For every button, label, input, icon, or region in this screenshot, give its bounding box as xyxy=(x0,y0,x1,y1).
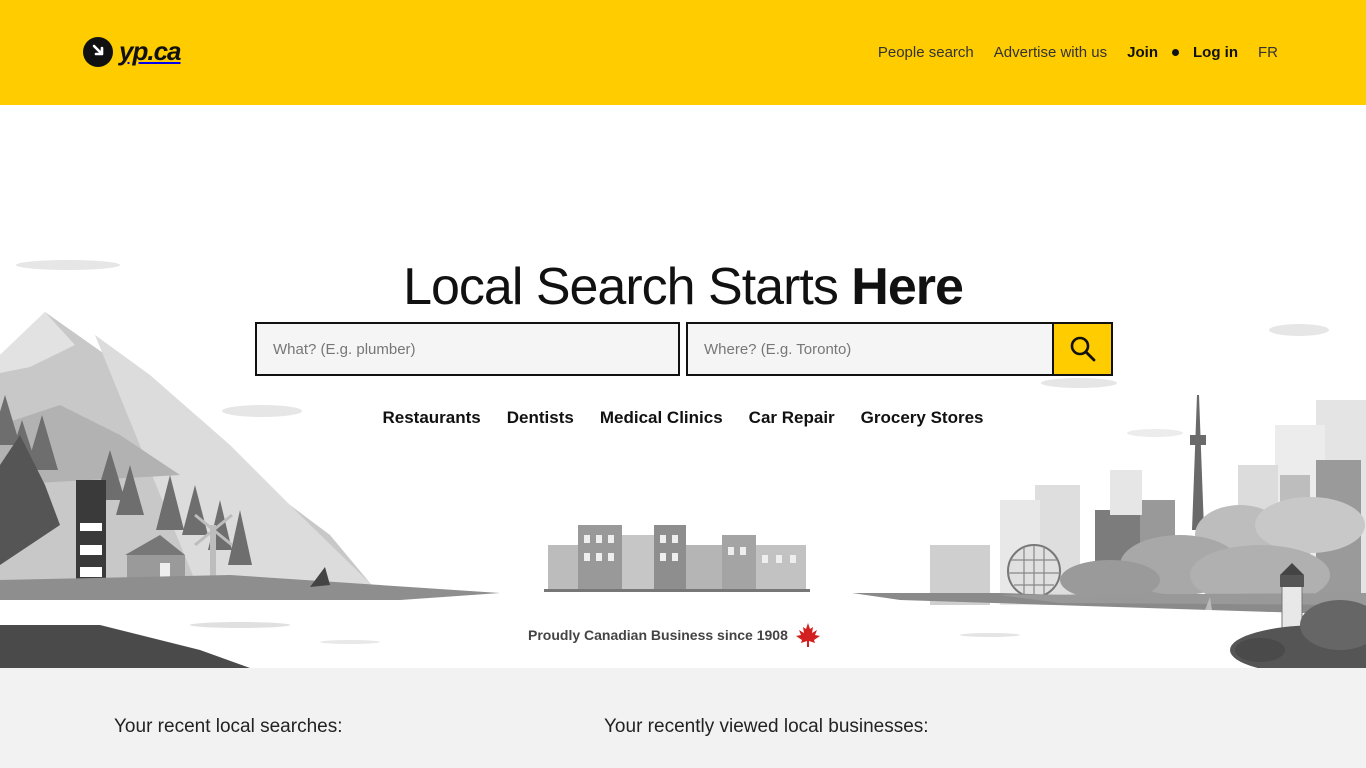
yp-logo[interactable]: yp.ca xyxy=(83,36,181,67)
logo-wordmark: yp.ca xyxy=(119,36,181,66)
walking-fingers-icon xyxy=(83,36,113,67)
recent-searches-heading: Your recent local searches: xyxy=(114,716,343,737)
category-medical-clinics[interactable]: Medical Clinics xyxy=(600,408,723,428)
where-search-input[interactable] xyxy=(686,322,1054,376)
top-header: yp.ca People search Advertise with us Jo… xyxy=(0,0,1366,105)
category-grocery-stores[interactable]: Grocery Stores xyxy=(861,408,984,428)
search-icon xyxy=(1070,336,1095,362)
search-button[interactable] xyxy=(1052,322,1113,376)
proud-text: Proudly Canadian Business since 1908 xyxy=(528,627,788,643)
people-search-link[interactable]: People search xyxy=(878,44,974,61)
headline-bold-text: Here xyxy=(851,258,964,316)
proudly-canadian-tagline: Proudly Canadian Business since 1908 xyxy=(528,621,822,649)
join-link[interactable]: Join xyxy=(1127,44,1158,61)
separator-dot xyxy=(1172,49,1179,56)
advertise-link[interactable]: Advertise with us xyxy=(994,44,1107,61)
headline-light-text: Local Search Starts xyxy=(403,258,852,316)
hero-headline: Local Search Starts Here xyxy=(0,257,1366,317)
recent-activity-section: Your recent local searches: Your recentl… xyxy=(0,668,1366,768)
category-car-repair[interactable]: Car Repair xyxy=(749,408,835,428)
header-nav: People search Advertise with us Join Log… xyxy=(878,44,1278,61)
what-search-input[interactable] xyxy=(255,322,680,376)
login-link[interactable]: Log in xyxy=(1193,44,1238,61)
hero-section: Local Search Starts Here Restaurants Den… xyxy=(0,105,1366,668)
category-restaurants[interactable]: Restaurants xyxy=(383,408,481,428)
maple-leaf-icon xyxy=(795,623,820,647)
recently-viewed-heading: Your recently viewed local businesses: xyxy=(604,716,929,737)
canada-landscape-illustration xyxy=(0,260,1366,668)
popular-categories: Restaurants Dentists Medical Clinics Car… xyxy=(0,408,1366,428)
category-dentists[interactable]: Dentists xyxy=(507,408,574,428)
language-toggle[interactable]: FR xyxy=(1258,44,1278,61)
